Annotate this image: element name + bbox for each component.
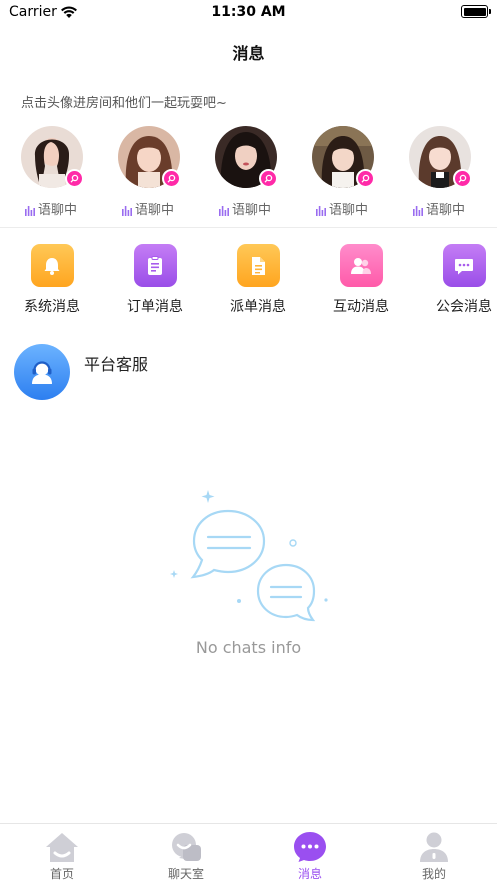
- live-search-icon: [356, 169, 375, 188]
- guild-messages-button[interactable]: 公会消息: [424, 242, 497, 316]
- customer-service-name: 平台客服: [84, 355, 149, 374]
- tab-home-label: 首页: [49, 867, 74, 881]
- chat-icon: [442, 244, 486, 287]
- battery-icon: [461, 5, 491, 18]
- room-status-label: 语聊中: [231, 203, 271, 218]
- order-messages-label: 订单消息: [127, 299, 183, 315]
- divider: [0, 227, 497, 228]
- headset-icon: [14, 344, 70, 400]
- room-status-label: 语聊中: [425, 203, 465, 218]
- page-title: 消息: [232, 44, 265, 63]
- live-search-icon: [453, 169, 472, 188]
- voice-bars-icon: [315, 205, 326, 216]
- live-search-icon: [65, 169, 84, 188]
- room-status-label: 语聊中: [37, 203, 77, 218]
- message-icon: [292, 830, 328, 864]
- profile-icon: [416, 830, 452, 864]
- room-status-label: 语聊中: [328, 203, 368, 218]
- tab-profile-label: 我的: [421, 867, 446, 881]
- chatroom-icon: [168, 830, 204, 864]
- document-icon: [236, 244, 280, 287]
- clipboard-icon: [133, 244, 177, 287]
- tab-home[interactable]: 首页: [12, 830, 112, 882]
- tab-messages[interactable]: 消息: [260, 830, 360, 882]
- bell-icon: [30, 244, 74, 287]
- interaction-messages-button[interactable]: 互动消息: [321, 242, 401, 316]
- tab-profile[interactable]: 我的: [384, 830, 484, 882]
- voice-bars-icon: [218, 205, 229, 216]
- rooms-hint: 点击头像进房间和他们一起玩耍吧~: [21, 96, 227, 111]
- customer-service-row[interactable]: 平台客服: [14, 344, 484, 400]
- system-messages-label: 系统消息: [24, 299, 80, 315]
- guild-messages-label: 公会消息: [436, 299, 492, 315]
- live-rooms-row: 语聊中 语聊中 语聊中 语聊中 语聊中: [0, 126, 497, 218]
- users-icon: [339, 244, 383, 287]
- interaction-messages-label: 互动消息: [333, 299, 389, 315]
- clock: 11:30 AM: [211, 4, 286, 20]
- tab-messages-label: 消息: [297, 867, 322, 881]
- tab-chatroom-label: 聊天室: [167, 867, 204, 881]
- status-bar: Carrier 11:30 AM: [0, 0, 497, 26]
- room-status-label: 语聊中: [134, 203, 174, 218]
- tab-chatroom[interactable]: 聊天室: [136, 830, 236, 882]
- voice-bars-icon: [121, 205, 132, 216]
- tab-bar: 首页 聊天室 消息 我的: [0, 823, 497, 883]
- message-categories: 系统消息 订单消息 派单消息 互动消息 公会消息: [0, 242, 497, 316]
- order-messages-button[interactable]: 订单消息: [115, 242, 195, 316]
- chat-bubbles-icon: [170, 490, 328, 622]
- voice-bars-icon: [24, 205, 35, 216]
- dispatch-messages-button[interactable]: 派单消息: [218, 242, 298, 316]
- system-messages-button[interactable]: 系统消息: [12, 242, 92, 316]
- live-search-icon: [162, 169, 181, 188]
- voice-bars-icon: [412, 205, 423, 216]
- home-icon: [44, 830, 80, 864]
- live-search-icon: [259, 169, 278, 188]
- empty-state-text: No chats info: [195, 638, 302, 657]
- dispatch-messages-label: 派单消息: [230, 299, 286, 315]
